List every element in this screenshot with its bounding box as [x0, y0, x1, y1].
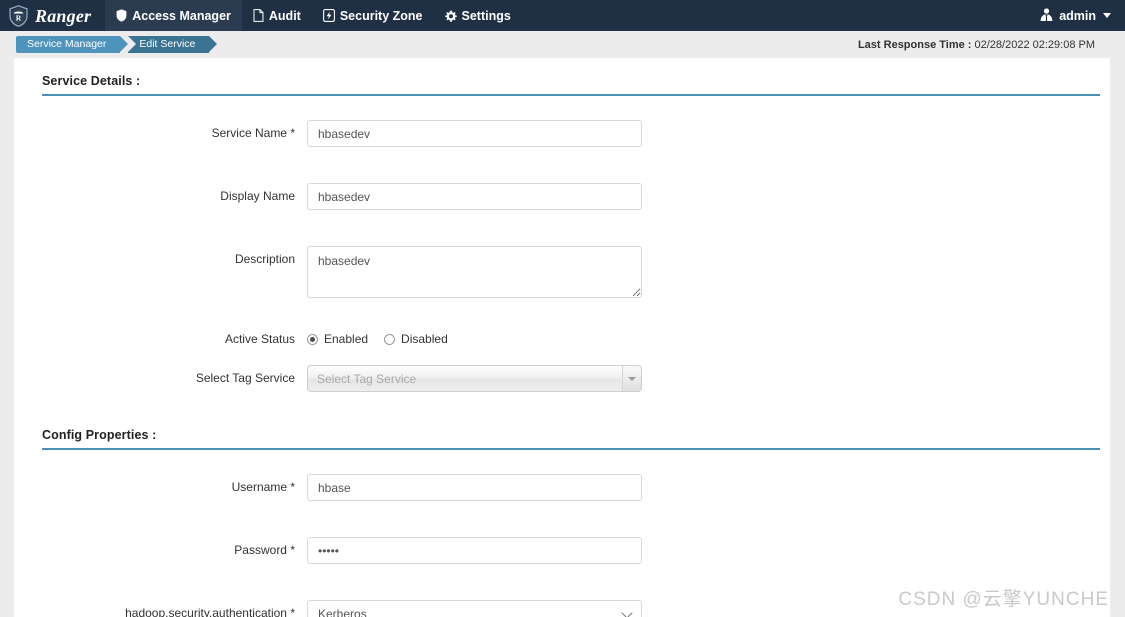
- service-name-label: Service Name *: [211, 126, 295, 140]
- lightning-bolt-icon: [322, 9, 335, 22]
- user-avatar-icon: [1039, 7, 1054, 25]
- user-menu[interactable]: admin: [1029, 0, 1125, 31]
- chevron-down-icon: [628, 376, 636, 381]
- edit-service-card: Service Details : Service Name * Display…: [14, 58, 1110, 617]
- svg-text:R: R: [16, 13, 22, 22]
- radio-label-disabled: Disabled: [401, 332, 448, 346]
- config-properties-heading: Config Properties :: [42, 428, 157, 443]
- active-status-field-wrap: Enabled Disabled: [307, 326, 1100, 346]
- breadcrumb-label: Service Manager: [27, 38, 107, 51]
- form-row-description: Description hbasedev: [24, 246, 1100, 298]
- radio-option-enabled[interactable]: Enabled: [307, 332, 368, 346]
- radio-label-enabled: Enabled: [324, 332, 369, 346]
- breadcrumb-item-edit-service[interactable]: Edit Service: [128, 36, 218, 53]
- password-label: Password *: [234, 543, 295, 558]
- hadoop-security-authentication-label: hadoop.security.authentication *: [125, 606, 295, 617]
- display-name-label: Display Name: [220, 189, 295, 203]
- file-document-icon: [253, 9, 264, 22]
- password-input[interactable]: [307, 537, 642, 565]
- service-details-heading: Service Details :: [42, 74, 141, 88]
- brand-title: Ranger: [35, 5, 92, 26]
- description-field-wrap: hbasedev: [307, 246, 1100, 298]
- radio-option-disabled[interactable]: Disabled: [384, 332, 448, 346]
- shield-icon: [116, 9, 127, 22]
- radio-indicator-enabled: [307, 333, 318, 345]
- description-textarea[interactable]: hbasedev: [307, 246, 642, 298]
- edit-service-form: Service Details : Service Name * Display…: [14, 58, 1110, 617]
- select-tag-service-field-wrap: Select Tag Service: [307, 365, 1100, 393]
- nav-item-access-manager[interactable]: Access Manager: [105, 0, 242, 31]
- display-name-input[interactable]: [307, 183, 642, 210]
- active-status-label: Active Status: [224, 332, 295, 346]
- breadcrumb-label: Edit Service: [139, 38, 196, 51]
- nav-item-audit[interactable]: Audit: [242, 0, 312, 31]
- service-details-divider: [42, 94, 1100, 96]
- breadcrumb-item-service-manager[interactable]: Service Manager: [16, 36, 129, 53]
- select-tag-service-placeholder: Select Tag Service: [317, 371, 417, 386]
- nav-item-label: Audit: [268, 8, 301, 23]
- last-response-time-value: 02/28/2022 02:29:08 PM: [974, 38, 1095, 51]
- ranger-shield-logo: R: [8, 4, 29, 27]
- select-tag-service-dropdown[interactable]: Select Tag Service: [307, 365, 642, 393]
- username-field-wrap: [307, 474, 1100, 502]
- username-input[interactable]: [307, 474, 642, 502]
- nav-item-settings[interactable]: Settings: [434, 0, 522, 31]
- display-name-field-wrap: [307, 183, 1100, 210]
- navbar-spacer: [522, 0, 1029, 31]
- service-name-field-wrap: [307, 120, 1100, 147]
- form-row-password: Password *: [24, 537, 1100, 565]
- config-properties-divider: [42, 448, 1100, 451]
- chevron-down-icon: [1103, 13, 1111, 18]
- radio-indicator-disabled: [384, 333, 396, 345]
- nav-item-label: Security Zone: [339, 8, 423, 23]
- top-navbar: R Ranger Access Manager Audit Security Z…: [0, 0, 1125, 31]
- nav-items: Access Manager Audit Security Zone Setti…: [105, 0, 522, 31]
- form-row-hadoop-security-authentication: hadoop.security.authentication * Kerbero…: [24, 600, 1100, 617]
- form-row-active-status: Active Status Enabled Disabled: [24, 326, 1100, 346]
- last-response-time-label: Last Response Time :: [857, 38, 972, 51]
- active-status-radio-group: Enabled Disabled: [307, 326, 1100, 346]
- form-row-display-name: Display Name: [24, 183, 1100, 210]
- hadoop-security-authentication-field-wrap: Kerberos: [307, 600, 1100, 617]
- breadcrumb: Service Manager Edit Service: [16, 36, 218, 53]
- select-tag-service-label: Select Tag Service: [195, 371, 295, 386]
- brand-logo-link[interactable]: R Ranger: [0, 0, 105, 31]
- hadoop-security-authentication-select[interactable]: Kerberos: [307, 600, 642, 617]
- form-row-service-name: Service Name *: [24, 120, 1100, 147]
- service-name-input[interactable]: [307, 120, 642, 147]
- password-field-wrap: [307, 537, 1100, 565]
- form-row-select-tag-service: Select Tag Service Select Tag Service: [24, 365, 1100, 393]
- form-row-username: Username *: [24, 474, 1100, 502]
- select-tag-service-arrow-button[interactable]: [622, 366, 641, 392]
- last-response-time: Last Response Time : 02/28/2022 02:29:08…: [858, 39, 1125, 51]
- nav-item-label: Access Manager: [132, 8, 231, 23]
- username-label: Username *: [231, 480, 295, 495]
- description-label: Description: [234, 252, 295, 266]
- user-menu-label: admin: [1059, 8, 1096, 23]
- gear-icon: [444, 10, 457, 22]
- nav-item-security-zone[interactable]: Security Zone: [312, 0, 434, 31]
- nav-item-label: Settings: [461, 8, 511, 23]
- hadoop-security-authentication-select-wrap: Kerberos: [307, 600, 642, 617]
- breadcrumb-bar: Service Manager Edit Service Last Respon…: [0, 31, 1125, 58]
